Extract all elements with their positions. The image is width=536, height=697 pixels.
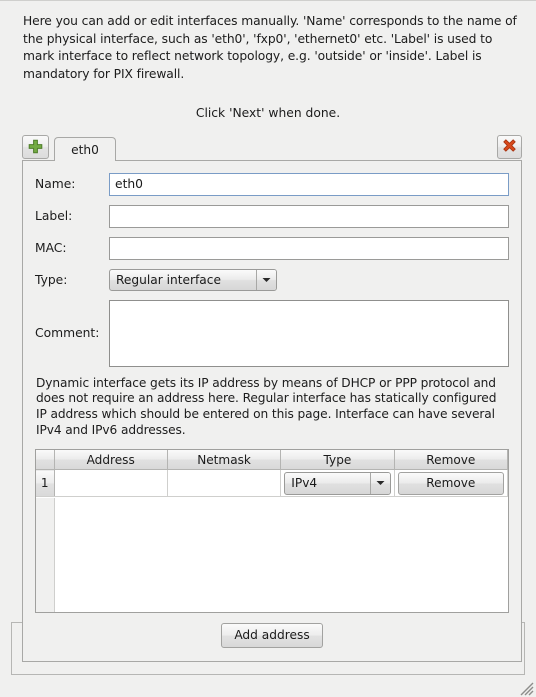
description-paragraph: Dynamic interface gets its IP address by… [36, 375, 497, 438]
cell-netmask[interactable] [167, 469, 282, 498]
cell-type: IPv4 [280, 469, 395, 498]
column-header-remove[interactable]: Remove [394, 449, 508, 471]
intro-paragraph: Here you can add or edit interfaces manu… [23, 14, 517, 81]
comment-textarea[interactable] [109, 299, 509, 367]
name-label: Name: [35, 177, 76, 192]
add-address-button[interactable]: Add address [221, 622, 323, 648]
cell-remove: Remove [394, 469, 508, 498]
column-header-address[interactable]: Address [54, 449, 168, 471]
label-label: Label: [35, 209, 73, 224]
row-number: 1 [36, 469, 55, 498]
table-header-row: Address Netmask Type Remove [36, 449, 508, 471]
resize-grip[interactable] [518, 680, 534, 696]
tab-label: eth0 [71, 142, 99, 157]
tab-strip: eth0 [22, 134, 522, 161]
address-table: Address Netmask Type Remove 1 IPv4 Remov… [35, 448, 509, 613]
address-type-select[interactable]: IPv4 [284, 471, 391, 495]
label-input[interactable] [109, 204, 509, 228]
name-row: Name: [35, 172, 509, 196]
mac-label: MAC: [35, 241, 67, 256]
close-icon [502, 138, 517, 156]
cell-address[interactable] [54, 469, 168, 498]
table-row-gutter [36, 497, 55, 612]
plus-icon [28, 139, 43, 154]
type-select-value: Regular interface [116, 272, 221, 287]
add-address-row: Add address [35, 622, 509, 648]
type-select[interactable]: Regular interface [109, 268, 277, 291]
interface-panel: Name: Label: MAC: Type: Regular interfac… [22, 159, 522, 662]
wizard-dialog: Here you can add or edit interfaces manu… [0, 0, 536, 697]
mac-row: MAC: [35, 236, 509, 260]
chevron-down-icon [369, 472, 390, 494]
close-tab-button[interactable] [497, 134, 522, 159]
name-input[interactable] [109, 172, 509, 196]
intro-call-to-action: Click 'Next' when done. [195, 105, 341, 120]
table-empty-area [36, 497, 508, 612]
label-row: Label: [35, 204, 509, 228]
column-header-type[interactable]: Type [280, 449, 395, 471]
address-type-value: IPv4 [291, 475, 318, 490]
table-row: 1 IPv4 Remove [36, 469, 508, 498]
type-label: Type: [35, 272, 68, 287]
chevron-down-icon [256, 269, 276, 290]
remove-address-button[interactable]: Remove [397, 471, 504, 495]
mac-input[interactable] [109, 236, 509, 260]
column-header-rownum [36, 449, 55, 471]
tab-eth0[interactable]: eth0 [54, 136, 116, 161]
column-header-netmask[interactable]: Netmask [167, 449, 282, 471]
type-row: Type: Regular interface [35, 268, 509, 291]
comment-label: Comment: [35, 326, 100, 341]
comment-row: Comment: [35, 299, 509, 367]
add-interface-button[interactable] [22, 134, 49, 159]
